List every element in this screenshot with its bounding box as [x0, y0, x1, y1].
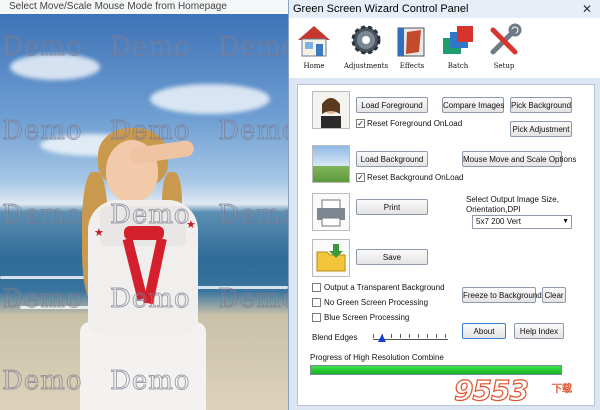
background-thumbnail	[312, 145, 350, 183]
control-panel-window: Green Screen Wizard Control Panel ✕ Home	[288, 0, 600, 410]
home-icon	[295, 22, 333, 58]
composite-canvas[interactable]: ★ ★ Demo Demo Demo Demo Demo Demo Demo D…	[0, 14, 288, 410]
tools-icon	[485, 22, 523, 58]
demo-watermark: Demo	[218, 116, 288, 147]
compare-images-button[interactable]: Compare Images	[442, 97, 504, 113]
demo-watermark: Demo	[110, 366, 191, 397]
blue-screen-label: Blue Screen Processing	[324, 313, 410, 322]
demo-watermark: Demo	[2, 32, 83, 63]
demo-watermark: Demo	[218, 284, 288, 315]
output-size-value: 5x7 200 Vert	[476, 217, 521, 226]
mouse-move-scale-button[interactable]: Mouse Move and Scale Options	[462, 151, 576, 167]
image-preview-pane[interactable]: Select Move/Scale Mouse Mode from Homepa…	[0, 0, 288, 410]
toolbar-effects-button[interactable]: Effects	[389, 22, 435, 76]
toolbar-label: Adjustments	[343, 62, 389, 70]
toolbar-home-button[interactable]: Home	[291, 22, 337, 76]
demo-watermark: Demo	[218, 32, 288, 63]
demo-watermark: Demo	[110, 200, 191, 231]
slider-thumb[interactable]	[378, 334, 386, 342]
gear-icon	[347, 22, 385, 58]
save-button[interactable]: Save	[356, 249, 428, 265]
slider-tick	[391, 334, 392, 338]
panel-content: Load Foreground Compare Images Pick Back…	[297, 84, 595, 406]
progress-fill	[311, 366, 561, 374]
reset-foreground-label: Reset Foreground OnLoad	[367, 119, 463, 128]
slider-tick	[418, 334, 419, 338]
demo-watermark: Demo	[110, 284, 191, 315]
load-background-button[interactable]: Load Background	[356, 151, 428, 167]
cloud	[150, 84, 270, 114]
blend-edges-label: Blend Edges	[312, 333, 358, 342]
reset-background-checkbox[interactable]: ✓	[356, 173, 365, 182]
demo-watermark: Demo	[2, 366, 83, 397]
toolbar-label: Effects	[399, 62, 425, 70]
transparent-bg-label: Output a Transparent Background	[324, 283, 445, 292]
about-button[interactable]: About	[462, 323, 506, 339]
panel-title: Green Screen Wizard Control Panel	[289, 0, 600, 18]
blue-screen-checkbox[interactable]	[312, 313, 321, 322]
toolbar-batch-button[interactable]: Batch	[435, 22, 481, 76]
slider-tick	[436, 334, 437, 338]
no-green-screen-label: No Green Screen Processing	[324, 298, 429, 307]
layers-icon	[439, 22, 477, 58]
freeze-background-button[interactable]: Freeze to Background	[462, 287, 542, 303]
demo-watermark: Demo	[2, 200, 83, 231]
preview-status-text: Select Move/Scale Mouse Mode from Homepa…	[0, 0, 288, 14]
toolbar-adjustments-button[interactable]: Adjustments	[343, 22, 389, 76]
slider-tick	[373, 334, 374, 338]
toolbar-setup-button[interactable]: Setup	[481, 22, 527, 76]
demo-watermark: Demo	[110, 32, 191, 63]
slider-tick	[445, 334, 446, 338]
slider-tick	[409, 334, 410, 338]
demo-watermark: Demo	[110, 116, 191, 147]
slider-tick	[400, 334, 401, 338]
toolbar-label: Batch	[447, 62, 469, 70]
star-decoration: ★	[94, 227, 104, 239]
output-size-select[interactable]: 5x7 200 Vert ▼	[472, 215, 572, 229]
print-button[interactable]: Print	[356, 199, 428, 215]
close-icon[interactable]: ✕	[580, 2, 594, 16]
folder-icon	[312, 239, 350, 277]
no-green-screen-checkbox[interactable]	[312, 298, 321, 307]
help-index-button[interactable]: Help Index	[514, 323, 564, 339]
chevron-down-icon: ▼	[562, 218, 569, 225]
toolbar-label: Home	[303, 62, 325, 70]
demo-watermark: Demo	[2, 284, 83, 315]
load-foreground-button[interactable]: Load Foreground	[356, 97, 428, 113]
pick-background-button[interactable]: Pick Background	[510, 97, 572, 113]
printer-icon	[312, 193, 350, 231]
site-watermark-subtext: 下载	[552, 384, 573, 396]
site-watermark-logo: 9553	[453, 373, 529, 407]
reset-foreground-checkbox[interactable]: ✓	[356, 119, 365, 128]
clear-button[interactable]: Clear	[542, 287, 566, 303]
transparent-bg-checkbox[interactable]	[312, 283, 321, 292]
demo-watermark: Demo	[2, 116, 83, 147]
foreground-thumbnail	[312, 91, 350, 129]
reset-background-label: Reset Background OnLoad	[367, 173, 464, 182]
progress-label: Progress of High Resolution Combine	[310, 353, 444, 362]
book-icon	[393, 22, 431, 58]
pick-adjustment-button[interactable]: Pick Adjustment	[510, 121, 572, 137]
demo-watermark: Demo	[218, 200, 288, 231]
toolbar-label: Setup	[493, 62, 515, 70]
output-size-label: Select Output Image Size, Orientation,DP…	[466, 195, 559, 214]
toolbar: Home Adjustments Effects Batch Setup	[289, 18, 600, 78]
slider-tick	[427, 334, 428, 338]
